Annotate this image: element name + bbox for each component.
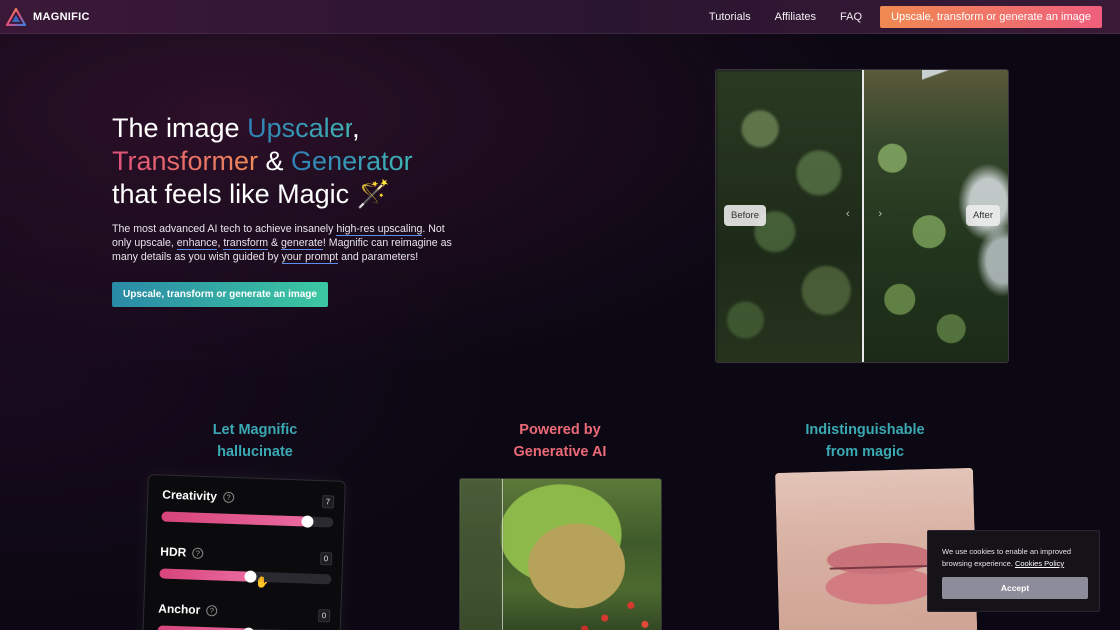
- slider-track[interactable]: [161, 511, 334, 528]
- nav-link-affiliates[interactable]: Affiliates: [775, 11, 816, 23]
- logo[interactable]: MAGNIFIC: [6, 8, 90, 26]
- slider-thumb[interactable]: [301, 515, 314, 528]
- after-label: After: [965, 205, 1000, 226]
- chevron-right-icon: ›: [878, 208, 882, 220]
- comparison-arrows: ‹ ›: [846, 208, 882, 220]
- slider-fill: [159, 568, 251, 582]
- feature-title-line: hallucinate: [217, 444, 293, 460]
- hero-desc-text: The most advanced AI tech to achieve ins…: [112, 223, 337, 235]
- hero-title-comma: ,: [352, 113, 360, 143]
- slider-label-row: Creativity?: [162, 488, 334, 508]
- before-after-comparison[interactable]: ‹ › Before After: [715, 69, 1009, 363]
- feature-title-hallucinate: Let Magnific hallucinate: [195, 419, 315, 463]
- help-icon[interactable]: ?: [222, 491, 235, 503]
- hero-desc-text: &: [268, 237, 282, 249]
- slider-label: Anchor: [158, 601, 201, 617]
- slider-fill: [157, 625, 249, 630]
- feature-title-generative-ai: Powered by Generative AI: [500, 419, 620, 463]
- before-label: Before: [724, 205, 766, 226]
- slider-label-row: Anchor?: [158, 601, 330, 621]
- hero-title-transformer: Transformer: [112, 146, 259, 176]
- slider-label: HDR: [160, 544, 187, 560]
- feature-title-line: Generative AI: [513, 444, 607, 460]
- slider-value: 0: [319, 552, 333, 566]
- slider-value: 7: [321, 495, 335, 509]
- pointer-cursor-icon: ✋: [255, 576, 270, 590]
- magic-wand-icon: 🪄: [356, 179, 391, 209]
- link-your-prompt[interactable]: your prompt: [281, 251, 339, 264]
- slider-track[interactable]: ✋: [159, 568, 332, 589]
- link-high-res-upscaling[interactable]: high-res upscaling: [336, 223, 423, 236]
- hero-cta-button[interactable]: Upscale, transform or generate an image: [112, 282, 328, 307]
- link-enhance[interactable]: enhance: [176, 237, 218, 250]
- chevron-left-icon: ‹: [846, 208, 850, 220]
- hero-title-ampersand: &: [258, 146, 292, 176]
- hero-description: The most advanced AI tech to achieve ins…: [112, 222, 457, 264]
- slider-track[interactable]: [157, 625, 330, 630]
- link-generate[interactable]: generate: [281, 237, 323, 250]
- feature-title-magic: Indistinguishable from magic: [795, 419, 935, 463]
- cookie-text: We use cookies to enable an improved bro…: [942, 546, 1092, 570]
- slider-label: Creativity: [162, 487, 218, 504]
- feature-title-line: Indistinguishable: [805, 422, 925, 438]
- hero-title-magic: that feels like Magic: [112, 179, 350, 209]
- slider-fill: [161, 511, 308, 527]
- cookie-accept-button[interactable]: Accept: [942, 577, 1088, 599]
- nav-link-tutorials[interactable]: Tutorials: [709, 11, 751, 23]
- help-icon[interactable]: ?: [192, 547, 204, 559]
- hero-desc-text: and parameters!: [338, 251, 419, 263]
- cookies-policy-link[interactable]: Cookies Policy: [1015, 559, 1064, 568]
- logo-text: MAGNIFIC: [33, 11, 90, 23]
- cookie-banner: We use cookies to enable an improved bro…: [927, 530, 1100, 612]
- slider-value: 0: [317, 609, 331, 623]
- hero-title-upscaler: Upscaler: [247, 113, 353, 143]
- lips-line: [829, 564, 930, 570]
- hero-title-text: The image: [112, 113, 248, 143]
- generative-split-line: [502, 479, 503, 630]
- hero-title: The image Upscaler, Transformer & Genera…: [112, 112, 413, 211]
- magnific-logo-icon: [6, 8, 26, 26]
- generative-before-pane: [460, 479, 502, 630]
- sliders-card: Creativity? 7 HDR? 0 ✋ Anchor? 0: [142, 474, 346, 630]
- nav-link-faq[interactable]: FAQ: [840, 11, 862, 23]
- generative-ai-image: [459, 478, 662, 630]
- slider-anchor[interactable]: Anchor? 0: [157, 601, 331, 630]
- slider-hdr[interactable]: HDR? 0 ✋: [159, 544, 333, 589]
- feature-title-line: from magic: [825, 444, 905, 460]
- link-transform[interactable]: transform: [223, 237, 269, 250]
- slider-label-row: HDR?: [160, 544, 332, 564]
- nav-cta-button[interactable]: Upscale, transform or generate an image: [880, 6, 1102, 28]
- top-nav: MAGNIFIC Tutorials Affiliates FAQ Upscal…: [0, 0, 1120, 34]
- slider-creativity[interactable]: Creativity? 7: [161, 488, 335, 528]
- help-icon[interactable]: ?: [206, 604, 218, 616]
- feature-title-line: Let Magnific: [212, 422, 298, 438]
- hero-title-generator: Generator: [291, 146, 413, 176]
- feature-title-line: Powered by: [519, 422, 601, 438]
